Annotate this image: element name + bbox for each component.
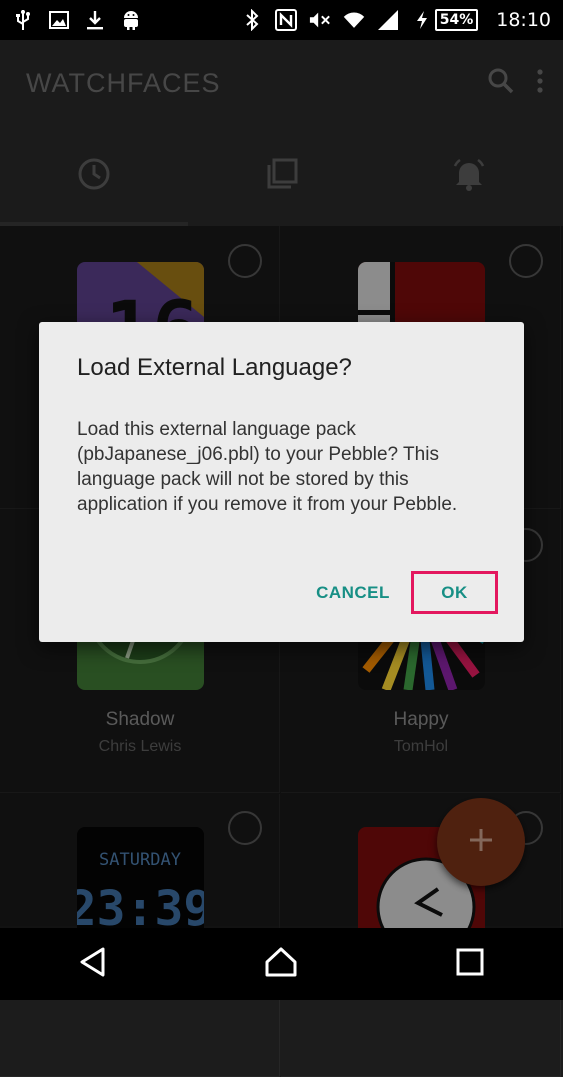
- nfc-icon: [274, 9, 297, 31]
- status-time: 18:10: [496, 9, 551, 31]
- back-icon[interactable]: [78, 946, 108, 982]
- charging-icon: [411, 9, 433, 31]
- navigation-bar: [0, 928, 563, 1000]
- bluetooth-icon: [241, 9, 263, 31]
- status-bar: 54% 18:10: [0, 0, 563, 40]
- dialog-title: Load External Language?: [77, 354, 352, 381]
- download-icon: [84, 9, 106, 31]
- android-icon: [120, 9, 142, 31]
- ok-button[interactable]: OK: [414, 574, 495, 612]
- status-left-icons: [12, 9, 142, 31]
- cancel-button[interactable]: CANCEL: [307, 574, 399, 612]
- dialog-message: Load this external language pack (pbJapa…: [77, 419, 458, 515]
- mute-icon: [309, 9, 331, 31]
- battery-percent: 54%: [434, 9, 479, 31]
- usb-icon: [12, 9, 34, 31]
- home-icon[interactable]: [264, 946, 298, 982]
- battery-indicator: 54%: [411, 9, 479, 31]
- signal-icon: [377, 9, 399, 31]
- recents-icon[interactable]: [455, 947, 485, 981]
- image-icon: [48, 9, 70, 31]
- load-language-dialog: Load External Language? Load this extern…: [39, 322, 524, 642]
- wifi-icon: [343, 9, 365, 31]
- status-right-icons: 54% 18:10: [241, 9, 551, 31]
